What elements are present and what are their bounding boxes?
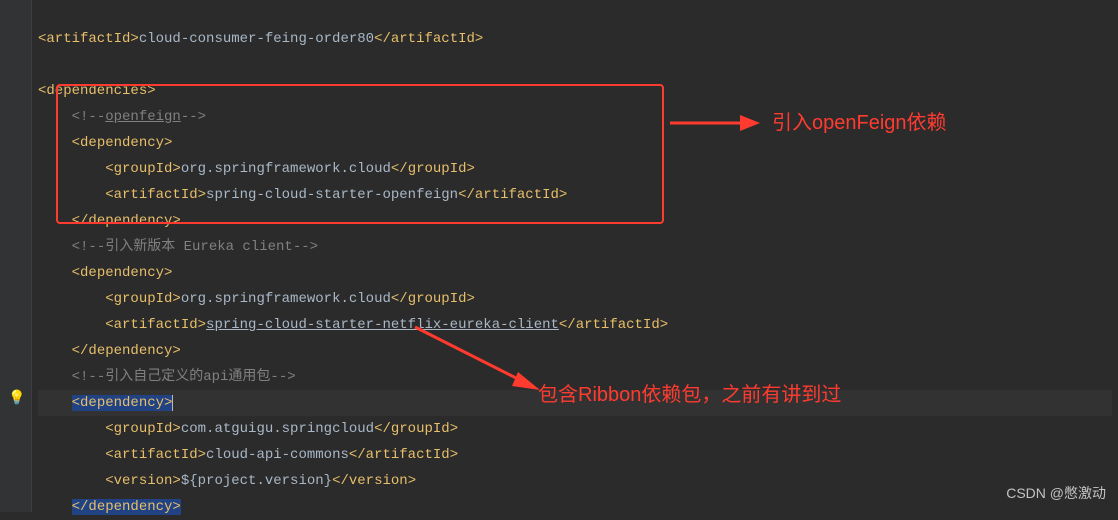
text-version: ${project.version} [181,473,332,489]
tag-dependency-open: <dependency> [72,265,173,281]
comment-open: <!-- [72,109,106,125]
tag-groupId-open: <groupId> [105,161,181,177]
tag-version-close: </version> [332,473,416,489]
tag-artifactId-close: </artifactId> [559,317,668,333]
comment-openfeign: openfeign [105,109,181,125]
tag-version-open: <version> [105,473,181,489]
text-artifactId-commons: cloud-api-commons [206,447,349,463]
tag-artifactId-close: </artifactId> [374,31,483,47]
tag-artifactId-open: <artifactId> [105,187,206,203]
tag-artifactId-open: <artifactId> [38,31,139,47]
text-groupId-atguigu: com.atguigu.springcloud [181,421,374,437]
text-artifactId-eureka: spring-cloud-starter-netflix-eureka-clie… [206,317,559,333]
tag-dependency-open-selected: <dependency> [72,395,173,411]
tag-dependency-close: </dependency> [72,343,181,359]
tag-artifactId-open: <artifactId> [105,317,206,333]
tag-dependencies: <dependencies> [38,83,156,99]
tag-artifactId-close: </artifactId> [349,447,458,463]
text-artifactId: cloud-consumer-feing-order80 [139,31,374,47]
comment-api: <!--引入自己定义的api通用包--> [72,369,296,385]
tag-artifactId-close: </artifactId> [458,187,567,203]
comment-eureka: <!--引入新版本 Eureka client--> [72,239,318,255]
tag-groupId-close: </groupId> [391,161,475,177]
text-caret [172,395,173,411]
watermark: CSDN @憋激动 [1006,480,1106,506]
text-groupId: org.springframework.cloud [181,161,391,177]
tag-groupId-open: <groupId> [105,421,181,437]
tag-groupId-open: <groupId> [105,291,181,307]
lightbulb-icon[interactable]: 💡 [8,386,25,412]
tag-groupId-close: </groupId> [374,421,458,437]
tag-groupId-close: </groupId> [391,291,475,307]
text-artifactId-openfeign: spring-cloud-starter-openfeign [206,187,458,203]
text-groupId: org.springframework.cloud [181,291,391,307]
current-line: <dependency> [38,390,1112,416]
tag-dependency-open: <dependency> [72,135,173,151]
tag-dependency-close-selected: </dependency> [72,499,181,515]
tag-artifactId-open: <artifactId> [105,447,206,463]
code-editor[interactable]: <artifactId>cloud-consumer-feing-order80… [32,0,1118,520]
comment-close: --> [181,109,206,125]
tag-dependency-close: </dependency> [72,213,181,229]
editor-gutter: 💡 [0,0,32,512]
